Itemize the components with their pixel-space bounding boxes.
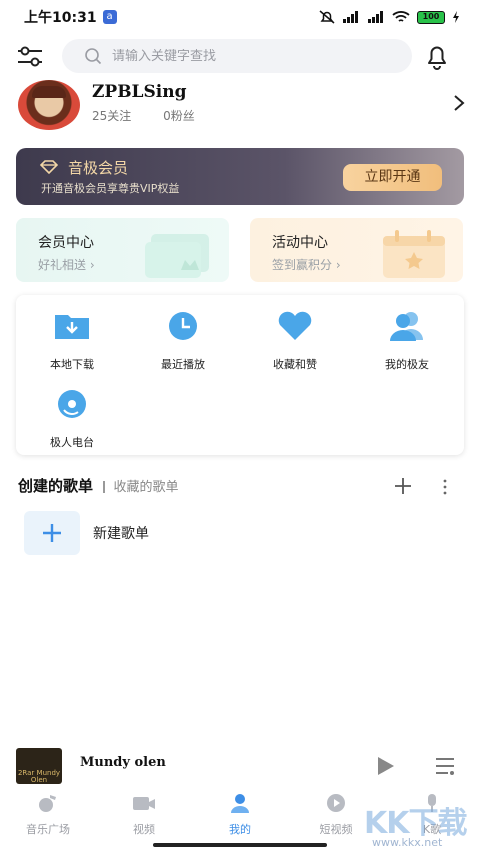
signal-icon [343,11,358,23]
following-count[interactable]: 25关注 [92,109,131,123]
short-video-icon [327,794,345,812]
shortcut-label: 最近播放 [161,358,205,371]
shortcut-recent-play[interactable]: 最近播放 [138,310,228,372]
battery-icon: 100 [417,10,445,24]
shortcut-label: 极人电台 [50,436,94,449]
search-input[interactable] [112,48,372,64]
plus-icon [43,524,61,542]
activity-center-card[interactable]: 活动中心 签到赢积分 › [250,218,463,282]
shortcuts-panel: 本地下载 最近播放 收藏和赞 我的极友 极人电台 [16,295,464,455]
activity-center-subtitle: 签到赢积分 › [272,258,341,272]
vip-banner[interactable]: 音极会员 开通音极会员享尊贵VIP权益 立即开通 [16,148,464,205]
member-center-card[interactable]: 会员中心 好礼相送 › [16,218,229,282]
playlist-queue-icon[interactable] [434,756,456,776]
member-center-title: 会员中心 [38,235,94,251]
status-time: 上午10:31 [24,10,97,26]
new-playlist-label: 新建歌单 [93,526,149,542]
mini-player[interactable]: 2Rar Mundy Olen Mundy olen [0,745,480,787]
album-cover[interactable]: 2Rar Mundy Olen [16,748,62,784]
playlist-tabs: 创建的歌单 收藏的歌单 [18,475,464,499]
user-stats: 25关注 0粉丝 [92,107,223,124]
vip-title: 音极会员 [68,159,129,177]
diamond-icon [40,160,58,174]
charging-icon [453,11,459,23]
shortcut-label: 我的极友 [385,358,429,371]
bell-icon[interactable] [424,42,450,70]
watermark-url: www.kkx.net [372,836,443,849]
signal-icon-2 [368,11,383,23]
new-playlist-item[interactable]: 新建歌单 [24,511,324,555]
user-icon [231,794,249,813]
mute-bell-icon [319,10,335,24]
nav-label: 我的 [229,823,251,836]
username: ZPBLSing [92,82,187,102]
shortcut-favorites[interactable]: 收藏和赞 [250,310,340,372]
shortcut-label: 收藏和赞 [273,358,317,371]
nav-mine[interactable]: 我的 [200,793,280,837]
member-card-icon [145,234,209,278]
chevron-right-icon[interactable] [452,94,466,112]
shortcut-label: 本地下载 [50,358,94,371]
friends-icon [390,312,423,341]
shortcut-friends[interactable]: 我的极友 [362,310,452,372]
status-bar: 上午10:31 a 100 [0,0,480,34]
nav-video[interactable]: 视频 [104,793,184,837]
tab-divider [103,480,105,493]
play-icon[interactable] [374,756,396,776]
more-vertical-icon[interactable] [442,479,448,495]
sliders-menu-icon[interactable] [16,44,44,70]
radio-disc-icon [58,390,86,418]
shortcut-radio[interactable]: 极人电台 [27,388,117,450]
activity-center-title: 活动中心 [272,235,328,251]
search-bar[interactable] [62,39,412,73]
clock-icon [169,312,197,340]
music-square-icon [39,795,56,812]
top-bar [0,38,480,76]
tab-created-playlists[interactable]: 创建的歌单 [18,477,93,495]
video-icon [133,797,155,810]
add-icon[interactable] [394,477,412,495]
nav-label: 音乐广场 [26,823,70,836]
song-title: Mundy olen [80,755,166,770]
tab-collected-playlists[interactable]: 收藏的歌单 [114,480,179,495]
shortcut-local-download[interactable]: 本地下载 [27,310,117,372]
folder-download-icon [55,315,89,339]
calendar-icon [383,230,445,278]
status-icons: 100 [319,10,460,24]
heart-icon [278,311,312,340]
member-center-subtitle: 好礼相送 › [38,258,95,272]
home-indicator[interactable] [153,843,327,847]
user-profile[interactable]: ZPBLSing 25关注 0粉丝 [16,80,466,132]
search-icon [85,48,102,65]
fans-count[interactable]: 0粉丝 [163,109,195,123]
open-vip-button[interactable]: 立即开通 [343,164,442,191]
avatar[interactable] [18,80,80,130]
nav-music-square[interactable]: 音乐广场 [8,793,88,837]
nav-label: 视频 [133,823,155,836]
app-badge-icon: a [102,10,117,24]
new-playlist-thumb [24,511,80,555]
vip-subtitle: 开通音极会员享尊贵VIP权益 [41,182,180,195]
wifi-icon [392,10,410,22]
